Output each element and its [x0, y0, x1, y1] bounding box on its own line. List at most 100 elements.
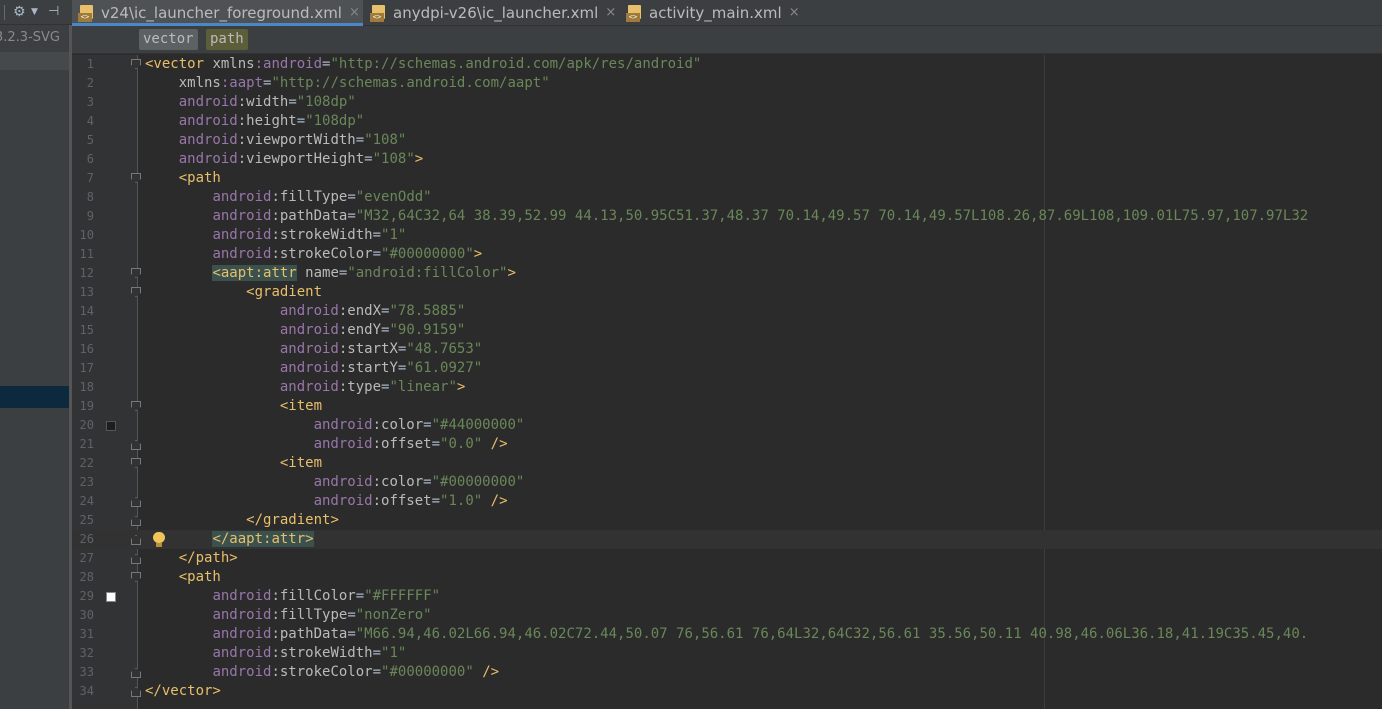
code-text: <path	[178, 569, 221, 585]
code-text: android:viewportWidth="108"	[178, 132, 407, 148]
code-line[interactable]: 21 android:offset="0.0" />	[72, 435, 1382, 454]
code-editor[interactable]: 1 <vector xmlns:android="http://schemas.a…	[72, 55, 1382, 709]
fold-end-icon[interactable]	[131, 554, 141, 564]
code-text: android:type="linear">	[279, 379, 466, 395]
code-line[interactable]: 18 android:type="linear">	[72, 378, 1382, 397]
editor-tab-bar: <> v24\ic_launcher_foreground.xml × <> a…	[72, 0, 1382, 26]
color-swatch-icon[interactable]	[106, 421, 116, 431]
code-line[interactable]: 16 android:startX="48.7653"	[72, 340, 1382, 359]
lightbulb-icon[interactable]	[152, 532, 166, 547]
line-number: 24	[79, 494, 94, 508]
code-line[interactable]: 23 android:color="#00000000"	[72, 473, 1382, 492]
code-line[interactable]: 27 </path>	[72, 549, 1382, 568]
code-line[interactable]: 22 <item	[72, 454, 1382, 473]
code-line[interactable]: 26 </aapt:attr>	[72, 530, 1382, 549]
code-text: <path	[178, 170, 221, 186]
line-number: 5	[86, 133, 94, 147]
tab-ic-launcher-foreground[interactable]: <> v24\ic_launcher_foreground.xml ×	[72, 0, 363, 26]
code-line[interactable]: 11 android:strokeColor="#00000000">	[72, 245, 1382, 264]
tab-ic-launcher[interactable]: <> anydpi-v26\ic_launcher.xml ×	[364, 0, 618, 26]
code-line[interactable]: 30 android:fillType="nonZero"	[72, 606, 1382, 625]
code-line[interactable]: 9 android:pathData="M32,64C32,64 38.39,5…	[72, 207, 1382, 226]
code-line[interactable]: 1 <vector xmlns:android="http://schemas.a…	[72, 55, 1382, 74]
code-text: android:pathData="M32,64C32,64 38.39,52.…	[212, 208, 1309, 224]
code-line[interactable]: 24 android:offset="1.0" />	[72, 492, 1382, 511]
close-icon[interactable]: ×	[349, 0, 360, 26]
code-line[interactable]: 25 </gradient>	[72, 511, 1382, 530]
tab-label: activity_main.xml	[649, 4, 782, 22]
pin-icon[interactable]: ⊣	[48, 3, 59, 21]
tab-label: v24\ic_launcher_foreground.xml	[101, 4, 342, 22]
breadcrumb-path[interactable]: path	[206, 29, 248, 50]
tab-activity-main[interactable]: <> activity_main.xml ×	[620, 0, 800, 26]
code-text: android:fillColor="#FFFFFF"	[212, 588, 441, 604]
fold-collapse-icon[interactable]	[131, 268, 141, 278]
fold-collapse-icon[interactable]	[131, 59, 141, 69]
line-number: 17	[79, 361, 94, 375]
fold-end-icon[interactable]	[131, 440, 141, 450]
code-line[interactable]: 20 android:color="#44000000"	[72, 416, 1382, 435]
code-text: android:strokeColor="#00000000" />	[212, 664, 500, 680]
line-number: 21	[79, 437, 94, 451]
code-text: android:endY="90.9159"	[279, 322, 466, 338]
code-line[interactable]: 29 android:fillColor="#FFFFFF"	[72, 587, 1382, 606]
code-line[interactable]: 28 <path	[72, 568, 1382, 587]
code-text: android:strokeWidth="1"	[212, 645, 407, 661]
fold-collapse-icon[interactable]	[131, 458, 141, 468]
breadcrumb: vector path	[72, 26, 1382, 54]
fold-end-icon[interactable]	[131, 668, 141, 678]
fold-end-icon[interactable]	[131, 497, 141, 507]
code-line[interactable]: 17 android:startY="61.0927"	[72, 359, 1382, 378]
line-number: 6	[86, 152, 94, 166]
line-number: 27	[79, 551, 94, 565]
code-line[interactable]: 6 android:viewportHeight="108">	[72, 150, 1382, 169]
fold-end-icon[interactable]	[131, 516, 141, 526]
code-line[interactable]: 15 android:endY="90.9159"	[72, 321, 1382, 340]
code-line[interactable]: 5 android:viewportWidth="108"	[72, 131, 1382, 150]
color-swatch-icon[interactable]	[106, 592, 116, 602]
line-number: 32	[79, 646, 94, 660]
code-line[interactable]: 3 android:width="108dp"	[72, 93, 1382, 112]
close-icon[interactable]: ×	[605, 0, 616, 26]
code-line[interactable]: 32 android:strokeWidth="1"	[72, 644, 1382, 663]
fold-collapse-icon[interactable]	[131, 401, 141, 411]
line-number: 15	[79, 323, 94, 337]
code-line[interactable]: 10 android:strokeWidth="1"	[72, 226, 1382, 245]
fold-end-icon[interactable]	[131, 687, 141, 697]
code-text: android:color="#44000000"	[313, 417, 525, 433]
fold-collapse-icon[interactable]	[131, 287, 141, 297]
line-number: 29	[79, 589, 94, 603]
code-line[interactable]: 19 <item	[72, 397, 1382, 416]
code-line[interactable]: 34 </vector>	[72, 682, 1382, 701]
code-line[interactable]: 33 android:strokeColor="#00000000" />	[72, 663, 1382, 682]
gear-icon[interactable]: ⚙	[13, 2, 26, 22]
fold-end-icon[interactable]	[131, 535, 141, 545]
code-line[interactable]: 14 android:endX="78.5885"	[72, 302, 1382, 321]
xml-file-icon: <>	[626, 4, 643, 22]
code-text: android:pathData="M66.94,46.02L66.94,46.…	[212, 626, 1309, 642]
tree-row-selected[interactable]	[0, 386, 72, 408]
code-text: </gradient>	[246, 512, 339, 528]
line-number: 11	[79, 247, 94, 261]
line-number: 28	[79, 570, 94, 584]
code-line[interactable]: 13 <gradient	[72, 283, 1382, 302]
code-text: android:startX="48.7653"	[279, 341, 483, 357]
project-label[interactable]: 3.2.3-SVG	[0, 28, 72, 48]
breadcrumb-vector[interactable]: vector	[139, 29, 198, 50]
code-line[interactable]: 2 xmlns:aapt="http://schemas.android.com…	[72, 74, 1382, 93]
fold-collapse-icon[interactable]	[131, 173, 141, 183]
close-icon[interactable]: ×	[789, 0, 800, 26]
tree-row-highlight[interactable]	[0, 52, 72, 70]
code-line[interactable]: 4 android:height="108dp"	[72, 112, 1382, 131]
tab-label: anydpi-v26\ic_launcher.xml	[393, 4, 599, 22]
code-text: android:color="#00000000"	[313, 474, 525, 490]
fold-collapse-icon[interactable]	[131, 572, 141, 582]
chevron-down-icon[interactable]: ▼	[31, 4, 38, 20]
line-number: 25	[79, 513, 94, 527]
code-line[interactable]: 7 <path	[72, 169, 1382, 188]
code-line[interactable]: 31 android:pathData="M66.94,46.02L66.94,…	[72, 625, 1382, 644]
line-number: 9	[86, 209, 94, 223]
code-line[interactable]: 12 <aapt:attr name="android:fillColor">	[72, 264, 1382, 283]
code-line[interactable]: 8 android:fillType="evenOdd"	[72, 188, 1382, 207]
line-number: 7	[86, 171, 94, 185]
